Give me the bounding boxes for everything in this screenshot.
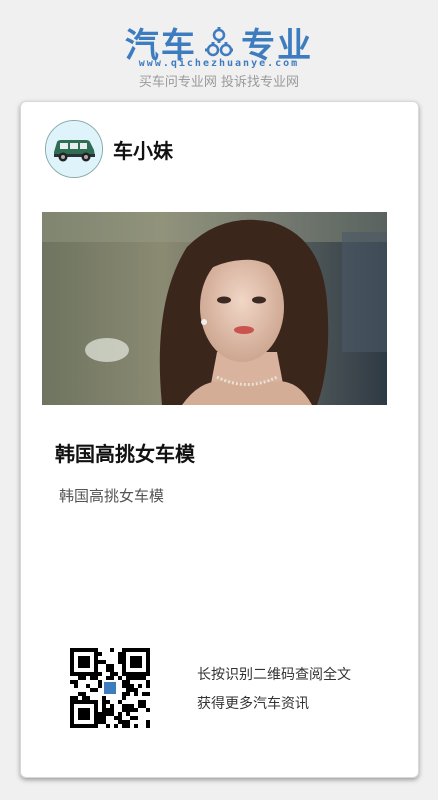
avatar[interactable] (45, 120, 103, 178)
site-header: 汽车 专业 www.qichezhuanye.com 买车问专业网 投诉找专业网 (0, 0, 438, 100)
car-icon (46, 121, 102, 177)
author-name: 车小妹 (113, 139, 173, 163)
article-photo[interactable] (42, 212, 387, 405)
site-domain: www.qichezhuanye.com (138, 58, 300, 69)
photo-image (42, 212, 387, 405)
qr-code[interactable] (70, 648, 150, 728)
qr-instruction: 长按识别二维码查阅全文 (197, 667, 351, 683)
qr-subtext: 获得更多汽车资讯 (197, 696, 309, 712)
article-title: 韩国高挑女车模 (55, 442, 195, 466)
article-description: 韩国高挑女车模 (59, 487, 165, 505)
article-share-card: 车小妹 韩国高挑女车模 韩国高挑女车模 长按识别二维码查阅全文 获得更多汽车资讯 (20, 101, 419, 778)
gear-icon (205, 26, 233, 56)
site-slogan: 买车问专业网 投诉找专业网 (138, 75, 300, 90)
qr-code-image (70, 648, 150, 728)
